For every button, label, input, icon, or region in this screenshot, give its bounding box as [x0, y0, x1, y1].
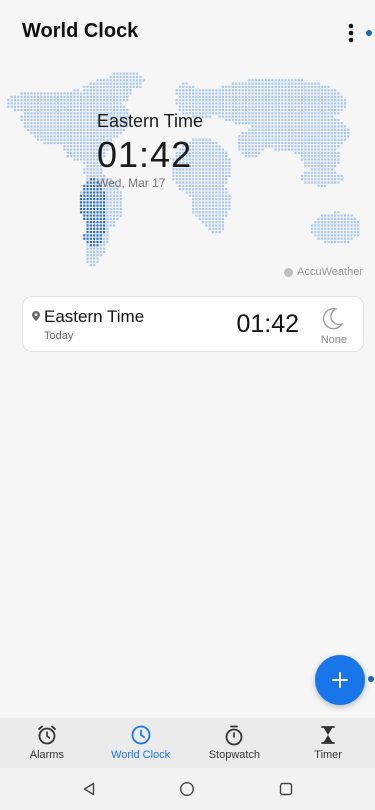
accuweather-attribution[interactable]: AccuWeather: [284, 266, 363, 278]
accuweather-label: AccuWeather: [297, 266, 363, 278]
stopwatch-icon: [223, 724, 245, 746]
tab-world-clock-label: World Clock: [111, 749, 171, 761]
back-button[interactable]: [77, 777, 101, 801]
tab-stopwatch-label: Stopwatch: [208, 749, 261, 761]
page-title: World Clock: [22, 20, 139, 42]
map-date: Wed, Mar 17: [97, 176, 166, 190]
clock-icon: [130, 724, 152, 746]
map-zone-name: Eastern Time: [97, 111, 204, 131]
hourglass-icon: [317, 724, 339, 746]
home-circle-icon: [180, 781, 195, 797]
home-button[interactable]: [175, 777, 199, 801]
bottom-navigation: Alarms World Clock Stopwatch Timer: [0, 718, 375, 768]
recents-button[interactable]: [274, 777, 298, 801]
back-triangle-icon: [83, 782, 95, 796]
clock-day: Today: [44, 330, 74, 342]
add-city-button[interactable]: [315, 655, 365, 705]
clock-weather-text: None: [320, 334, 347, 346]
location-pin-icon: [32, 311, 40, 321]
moon-icon: [322, 308, 344, 330]
recents-square-icon: [279, 782, 293, 796]
tab-alarms[interactable]: Alarms: [0, 718, 94, 768]
clock-card[interactable]: Eastern Time Today 01:42 None: [22, 296, 364, 352]
map-timezone-label: Eastern Time 01:42 Wed, Mar 17: [97, 111, 203, 190]
tab-world-clock[interactable]: World Clock: [94, 718, 188, 768]
notification-dot: [366, 30, 372, 36]
plus-icon: [332, 672, 348, 688]
clock-time: 01:42: [236, 310, 299, 338]
world-clock-screen: World Clock Eastern Time 01:42 Wed, Mar …: [0, 0, 375, 810]
clock-city-name: Eastern Time: [44, 307, 145, 326]
tab-timer-label: Timer: [314, 749, 342, 761]
tab-alarms-label: Alarms: [29, 749, 64, 761]
more-options-button[interactable]: [339, 22, 363, 44]
tab-stopwatch[interactable]: Stopwatch: [188, 718, 282, 768]
alarm-clock-icon: [36, 724, 58, 746]
tab-timer[interactable]: Timer: [281, 718, 375, 768]
system-navigation-bar: [0, 768, 375, 810]
more-vertical-icon: [348, 23, 354, 43]
fab-indicator-dot: [368, 676, 374, 682]
map-time: 01:42: [97, 134, 193, 175]
accuweather-logo-icon: [284, 267, 294, 277]
